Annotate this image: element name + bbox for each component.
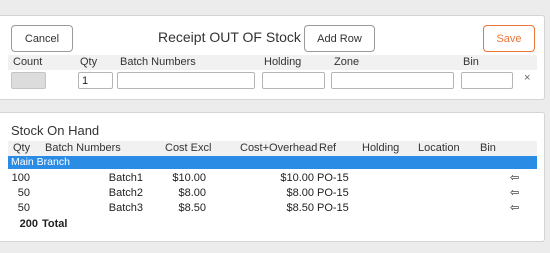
arrow-left-icon[interactable]: ⇦ [510,202,519,214]
stock-row: 50 Batch3 $8.50 $8.50 PO-15 ⇦ [8,202,537,217]
stock-batch: Batch1 [108,172,143,184]
holding-field[interactable] [262,72,325,89]
column-header-batch-numbers: Batch Numbers [120,56,196,68]
stock-column-headers: Qty Batch Numbers Cost Excl Cost+Overhea… [8,141,537,156]
stock-qty: 50 [17,187,30,199]
stock-qty: 100 [11,172,30,184]
column-header-zone: Zone [334,56,360,68]
stock-cost-excl: $8.50 [178,202,206,214]
batch-numbers-field[interactable] [117,72,255,89]
stock-batch: Batch2 [108,187,143,199]
stock-batch: Batch3 [108,202,143,214]
stock-panel: Stock On Hand Qty Batch Numbers Cost Exc… [0,112,545,242]
receipt-column-headers: Count Qty Batch Numbers Holding Zone Bin [8,55,537,70]
stock-cost-overhead: $8.00 [286,187,314,199]
stock-cost-overhead: $8.50 [286,202,314,214]
stock-total-row: 200 Total [8,218,537,233]
zone-field[interactable] [331,72,454,89]
stock-header-holding: Holding [362,142,400,154]
stock-row: 50 Batch2 $8.00 $8.00 PO-15 ⇦ [8,187,537,202]
stock-header-cost-excl: Cost Excl [165,142,212,154]
receipt-panel: Cancel Receipt OUT OF Stock Add Row Save… [0,15,545,100]
stock-header-cost-overhead: Cost+Overhead [240,142,318,154]
stock-ref: PO-15 [317,187,349,199]
stock-ref: PO-15 [317,202,349,214]
cancel-button[interactable]: Cancel [11,25,73,52]
column-header-count: Count [13,56,43,68]
stock-qty: 50 [17,202,30,214]
stock-cost-excl: $8.00 [178,187,206,199]
stock-header-bin: Bin [480,142,496,154]
stock-on-hand-title: Stock On Hand [11,123,100,138]
qty-field[interactable] [78,72,113,89]
branch-name: Main Branch [11,156,70,168]
save-button[interactable]: Save [483,25,535,52]
count-field [11,72,46,89]
close-icon[interactable]: × [524,72,530,84]
stock-header-qty: Qty [13,142,31,154]
stock-cost-excl: $10.00 [172,172,206,184]
branch-group-header[interactable]: Main Branch [8,156,537,169]
stock-cost-overhead: $10.00 [280,172,314,184]
column-header-holding: Holding [264,56,302,68]
total-qty: 200 [19,218,38,230]
stock-header-location: Location [418,142,460,154]
total-label: Total [42,218,68,230]
stock-header-ref: Ref [319,142,337,154]
arrow-left-icon[interactable]: ⇦ [510,172,519,184]
column-header-qty: Qty [80,56,98,68]
stock-row: 100 Batch1 $10.00 $10.00 PO-15 ⇦ [8,172,537,187]
stock-ref: PO-15 [317,172,349,184]
arrow-left-icon[interactable]: ⇦ [510,187,519,199]
add-row-button[interactable]: Add Row [304,25,375,52]
receipt-title: Receipt OUT OF Stock [158,29,301,45]
column-header-bin: Bin [463,56,479,68]
bin-field[interactable] [461,72,513,89]
stock-header-batch-numbers: Batch Numbers [45,142,121,154]
